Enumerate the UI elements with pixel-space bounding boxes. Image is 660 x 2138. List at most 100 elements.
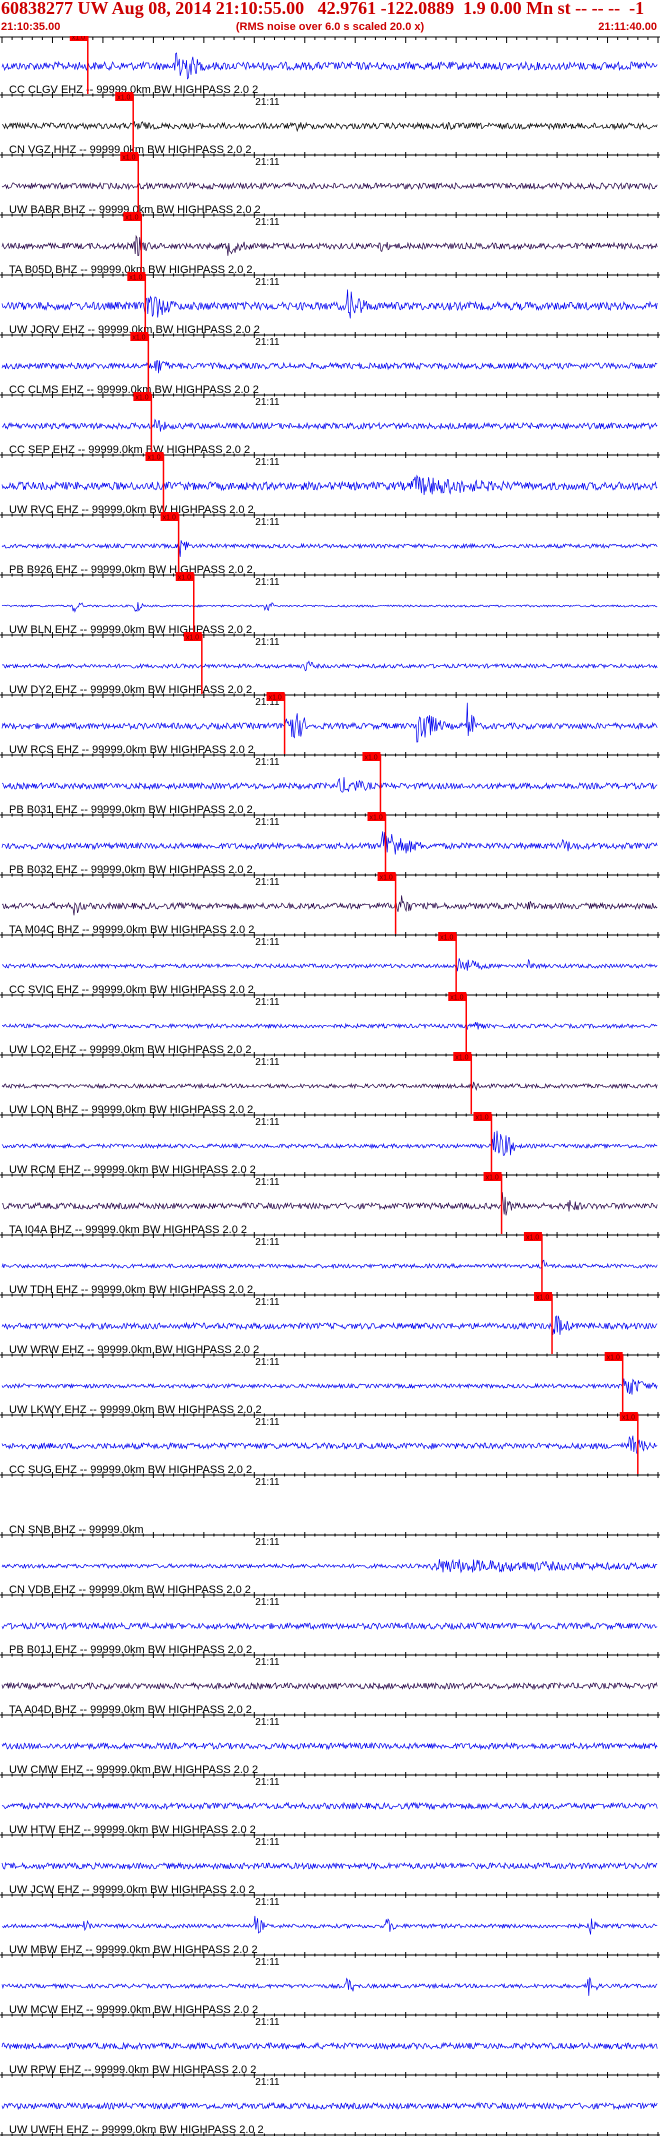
- station-row: UW MBW EHZ -- 99999.0km BW HIGHPASS 2.0 …: [0, 1915, 660, 1968]
- time-mark-label: 21:11: [255, 1837, 280, 1848]
- waveform-trace: [1, 540, 658, 557]
- time-mark-label: 21:11: [255, 457, 280, 468]
- pick-label: x1.0: [125, 215, 138, 222]
- pick-label: x1.0: [163, 515, 176, 522]
- seismogram-plot: CC CLGV EHZ -- 99999.0km BW HIGHPASS 2.0…: [0, 36, 660, 2136]
- waveform-trace: [1, 602, 658, 613]
- end-time: 21:11:40.00: [598, 21, 657, 33]
- station-row: CN VDB EHZ -- 99999.0km BW HIGHPASS 2.0 …: [0, 1558, 660, 1608]
- waveform-trace: [1, 181, 658, 191]
- waveform-trace: [2, 660, 658, 672]
- station-label: TA M04C BHZ -- 99999.0km BW HIGHPASS 2.0…: [9, 924, 254, 936]
- time-mark-label: 21:11: [255, 1897, 280, 1908]
- pick-label: x1.0: [129, 275, 142, 282]
- station-label: UW UWFH EHZ -- 99999.0km BW HIGHPASS 2.0…: [9, 2124, 264, 2136]
- station-label: UW LO2 EHZ -- 99999.0km BW HIGHPASS 2.0 …: [9, 1044, 251, 1056]
- time-mark-label: 21:11: [255, 1177, 280, 1188]
- station-row: TA B05D BHZ -- 99999.0km BW HIGHPASS 2.0…: [0, 212, 660, 288]
- time-mark-label: 21:11: [255, 1057, 280, 1068]
- pick-label: x1.0: [486, 1175, 499, 1182]
- waveform-trace: [1, 1741, 658, 1751]
- waveform-trace: [1, 702, 658, 743]
- time-mark-label: 21:11: [255, 577, 280, 588]
- waveform-trace: [1, 1435, 658, 1455]
- pick-label: x1.0: [147, 455, 160, 462]
- station-label: UW RVC EHZ -- 99999.0km BW HIGHPASS 2.0 …: [9, 504, 254, 516]
- time-mark-label: 21:11: [255, 817, 280, 828]
- waveform-trace: [1, 1801, 658, 1811]
- station-label: UW LON BHZ -- 99999.0km BW HIGHPASS 2.0 …: [9, 1104, 253, 1116]
- time-mark-label: 21:11: [255, 1717, 280, 1728]
- station-row: UW BLN EHZ -- 99999.0km BW HIGHPASS 2.0 …: [0, 572, 660, 648]
- waveform-trace: [1, 474, 658, 496]
- station-row: TA I04A BHZ -- 99999.0km BW HIGHPASS 2.0…: [0, 1172, 660, 1248]
- waveform-trace: [1, 2041, 658, 2051]
- station-row: TA M04C BHZ -- 99999.0km BW HIGHPASS 2.0…: [0, 872, 660, 948]
- pick-label: x1.0: [132, 335, 145, 342]
- rms-note: (RMS noise over 6.0 s scaled 20.0 x): [235, 21, 425, 33]
- station-label: PB B032 EHZ -- 99999.0km BW HIGHPASS 2.0…: [9, 864, 253, 876]
- time-mark-label: 21:11: [255, 937, 280, 948]
- time-mark-label: 21:11: [255, 877, 280, 888]
- waveform-trace: [1, 2101, 658, 2111]
- station-row: UW LKWY EHZ -- 99999.0km BW HIGHPASS 2.0…: [0, 1352, 660, 1428]
- waveform-trace: [1, 1861, 658, 1871]
- station-row: UW BABR BHZ -- 99999.0km BW HIGHPASS 2.0…: [0, 152, 660, 228]
- pick-label: x1.0: [526, 1235, 539, 1242]
- waveform-trace: [1, 289, 658, 319]
- waveform-trace: [1, 1621, 658, 1631]
- time-mark-label: 21:11: [255, 1237, 280, 1248]
- station-row: UW JCW EHZ -- 99999.0km BW HIGHPASS 2.0 …: [0, 1861, 660, 1908]
- station-label: UW RCS EHZ -- 99999.0km BW HIGHPASS 2.0 …: [9, 744, 254, 756]
- header: 60838277 UW Aug 08, 2014 21:10:55.00 42.…: [0, 0, 660, 36]
- station-row: UW RCM EHZ -- 99999.0km BW HIGHPASS 2.0 …: [0, 1112, 660, 1188]
- station-label: PB B926 EHZ -- 99999.0km BW HIGHPASS 2.0…: [9, 564, 253, 576]
- time-mark-label: 21:11: [255, 1477, 280, 1488]
- waveform-trace: [1, 360, 658, 374]
- waveform-trace: [1, 1081, 658, 1091]
- top-time-axis: [0, 36, 660, 43]
- station-row: PB B926 EHZ -- 99999.0km BW HIGHPASS 2.0…: [0, 512, 660, 588]
- pick-label: x1.0: [135, 395, 148, 402]
- time-mark-label: 21:11: [255, 277, 280, 288]
- waveform-trace: [1, 1259, 658, 1270]
- station-row: UW UWFH EHZ -- 99999.0km BW HIGHPASS 2.0…: [0, 2101, 660, 2136]
- time-mark-label: 21:11: [255, 1537, 280, 1548]
- event-title: 60838277 UW Aug 08, 2014 21:10:55.00 42.…: [1, 0, 645, 18]
- waveform-trace: [1, 1315, 658, 1336]
- time-mark-label: 21:11: [255, 1957, 280, 1968]
- waveform-trace: [1, 1681, 658, 1691]
- time-mark-label: 21:11: [255, 1597, 280, 1608]
- time-mark-label: 21:11: [255, 2077, 280, 2088]
- station-label: CC SVIC EHZ -- 99999.0km BW HIGHPASS 2.0…: [9, 984, 254, 996]
- pick-label: x1.0: [370, 815, 383, 822]
- time-mark-label: 21:11: [255, 217, 280, 228]
- station-row: UW CMW EHZ -- 99999.0km BW HIGHPASS 2.0 …: [0, 1741, 660, 1788]
- station-row: CC CLMS EHZ -- 99999.0km BW HIGHPASS 2.0…: [0, 332, 660, 408]
- time-mark-label: 21:11: [255, 2017, 280, 2028]
- station-row: UW LON BHZ -- 99999.0km BW HIGHPASS 2.0 …: [0, 1052, 660, 1128]
- station-row: UW WRW EHZ -- 99999.0km BW HIGHPASS 2.0 …: [0, 1292, 660, 1368]
- station-label: PB B01J EHZ -- 99999.0km BW HIGHPASS 2.0…: [9, 1644, 252, 1656]
- pick-label: x1.0: [622, 1415, 635, 1422]
- station-row: UW HTW EHZ -- 99999.0km BW HIGHPASS 2.0 …: [0, 1801, 660, 1848]
- waveform-trace: [1, 895, 658, 916]
- pick-label: x1.0: [122, 155, 135, 162]
- waveform-trace: [1, 1378, 658, 1395]
- station-row: CC SVIC EHZ -- 99999.0km BW HIGHPASS 2.0…: [0, 932, 660, 1008]
- station-row: UW RVC EHZ -- 99999.0km BW HIGHPASS 2.0 …: [0, 452, 660, 528]
- station-row: TA A04D BHZ -- 99999.0km BW HIGHPASS 2.0…: [0, 1681, 660, 1728]
- pick-label: x1.0: [450, 995, 463, 1002]
- station-row: CC SUG EHZ -- 99999.0km BW HIGHPASS 2.0 …: [0, 1412, 660, 1488]
- station-row: UW DY2 EHZ -- 99999.0km BW HIGHPASS 2.0 …: [0, 632, 660, 708]
- station-label: UW TDH EHZ -- 99999.0km BW HIGHPASS 2.0 …: [9, 1284, 253, 1296]
- time-mark-label: 21:11: [255, 517, 280, 528]
- station-label: UW RCM EHZ -- 99999.0km BW HIGHPASS 2.0 …: [9, 1164, 256, 1176]
- pick-label: x1.0: [178, 575, 191, 582]
- time-mark-label: 21:11: [255, 1777, 280, 1788]
- time-mark-label: 21:11: [255, 997, 280, 1008]
- station-label: UW HTW EHZ -- 99999.0km BW HIGHPASS 2.0 …: [9, 1824, 256, 1836]
- waveform-trace: [1, 121, 658, 133]
- station-label: UW RPW EHZ -- 99999.0km BW HIGHPASS 2.0 …: [9, 2064, 256, 2076]
- pick-label: x1.0: [440, 935, 453, 942]
